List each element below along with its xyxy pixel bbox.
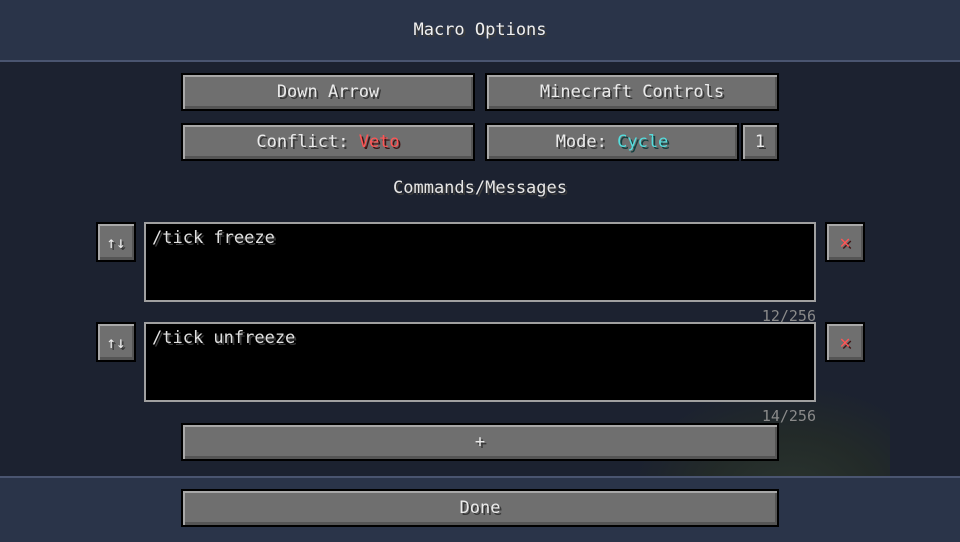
delete-command-button[interactable]: ✕ xyxy=(825,222,865,262)
add-command-button[interactable]: + xyxy=(181,423,779,461)
key-binding-button[interactable]: Down Arrow xyxy=(181,73,475,111)
page-title: Macro Options xyxy=(413,20,547,40)
mode-label: Mode: xyxy=(555,132,618,152)
command-text: /tick freeze xyxy=(152,228,275,248)
command-input[interactable]: /tick freeze xyxy=(144,222,816,302)
add-icon: + xyxy=(474,432,486,452)
conflict-value: Veto xyxy=(358,132,400,152)
close-icon: ✕ xyxy=(839,331,851,353)
command-text: /tick unfreeze xyxy=(152,328,296,348)
commands-section-label: Commands/Messages xyxy=(393,178,567,198)
reorder-button[interactable]: ↑↓ xyxy=(96,322,136,362)
minecraft-controls-button[interactable]: Minecraft Controls xyxy=(485,73,779,111)
header-bar: Macro Options xyxy=(0,0,960,62)
conflict-button[interactable]: Conflict: Veto xyxy=(181,123,475,161)
mode-button[interactable]: Mode: Cycle xyxy=(485,123,739,161)
minecraft-controls-label: Minecraft Controls xyxy=(539,82,725,102)
mode-value: Cycle xyxy=(617,132,669,152)
reorder-arrows-icon: ↑↓ xyxy=(106,332,126,352)
mode-count-button[interactable]: 1 xyxy=(741,123,779,161)
done-label: Done xyxy=(459,498,501,518)
mode-count-label: 1 xyxy=(754,132,766,152)
conflict-label: Conflict: xyxy=(256,132,359,152)
done-button[interactable]: Done xyxy=(181,489,779,527)
key-binding-label: Down Arrow xyxy=(276,82,380,102)
reorder-arrows-icon: ↑↓ xyxy=(106,232,126,252)
reorder-button[interactable]: ↑↓ xyxy=(96,222,136,262)
delete-command-button[interactable]: ✕ xyxy=(825,322,865,362)
close-icon: ✕ xyxy=(839,231,851,253)
command-input[interactable]: /tick unfreeze xyxy=(144,322,816,402)
